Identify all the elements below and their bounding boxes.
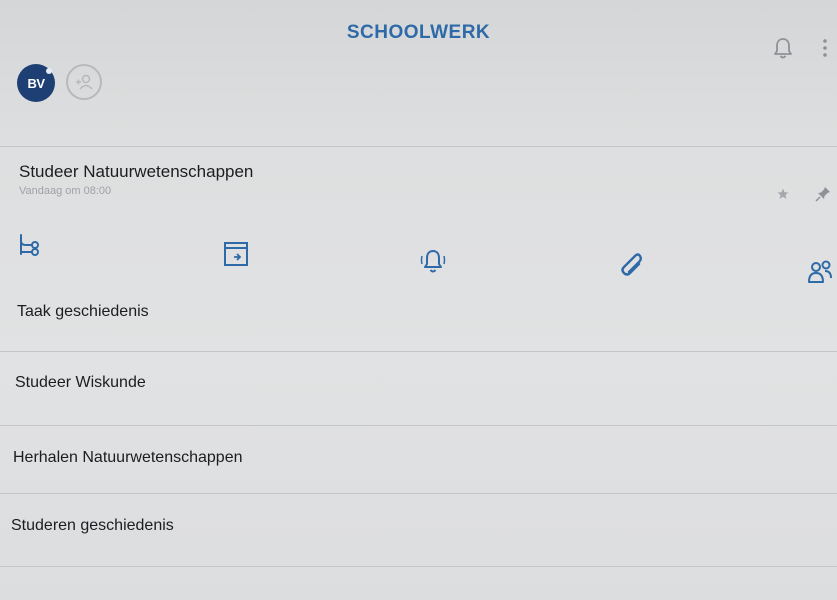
assign-users-icon[interactable]: [806, 258, 834, 286]
bell-icon[interactable]: [772, 36, 794, 60]
attachment-icon[interactable]: [615, 250, 643, 278]
pin-icon[interactable]: [815, 186, 831, 202]
expanded-task-item[interactable]: Studeer Natuurwetenschappen Vandaag om 0…: [0, 148, 837, 288]
task-due-date: Vandaag om 08:00: [19, 185, 112, 197]
header-divider: [0, 146, 837, 147]
list-item[interactable]: Studeer Wiskunde: [0, 354, 837, 420]
row-divider: [0, 493, 837, 494]
task-label: Studeren geschiedenis: [11, 517, 174, 534]
list-item[interactable]: Taak geschiedenis: [0, 288, 837, 354]
reminder-bell-icon[interactable]: [419, 248, 447, 276]
app-screen: SCHOOLWERK BV Studeer Natuurwetenschappe…: [0, 0, 837, 600]
row-divider: [0, 425, 837, 426]
row-divider: [0, 351, 837, 352]
add-user-icon: [76, 74, 93, 90]
avatar-initials: BV: [27, 75, 45, 91]
more-vertical-icon[interactable]: [820, 36, 830, 60]
app-title: SCHOOLWERK: [346, 22, 491, 43]
star-icon[interactable]: [777, 188, 789, 200]
task-label: Studeer Wiskunde: [15, 374, 146, 391]
row-divider: [0, 566, 837, 567]
user-avatar[interactable]: BV: [17, 64, 55, 102]
task-label: Herhalen Natuurwetenschappen: [13, 449, 243, 466]
add-user-button[interactable]: [66, 64, 102, 100]
list-item[interactable]: Herhalen Natuurwetenschappen: [0, 428, 837, 494]
avatar-status-dot: [46, 68, 52, 74]
subtasks-icon[interactable]: [16, 232, 44, 260]
calendar-icon[interactable]: [222, 240, 250, 268]
task-title: Studeer Natuurwetenschappen: [19, 162, 254, 181]
list-item[interactable]: Studeren geschiedenis: [0, 496, 837, 562]
task-label: Taak geschiedenis: [17, 303, 149, 320]
